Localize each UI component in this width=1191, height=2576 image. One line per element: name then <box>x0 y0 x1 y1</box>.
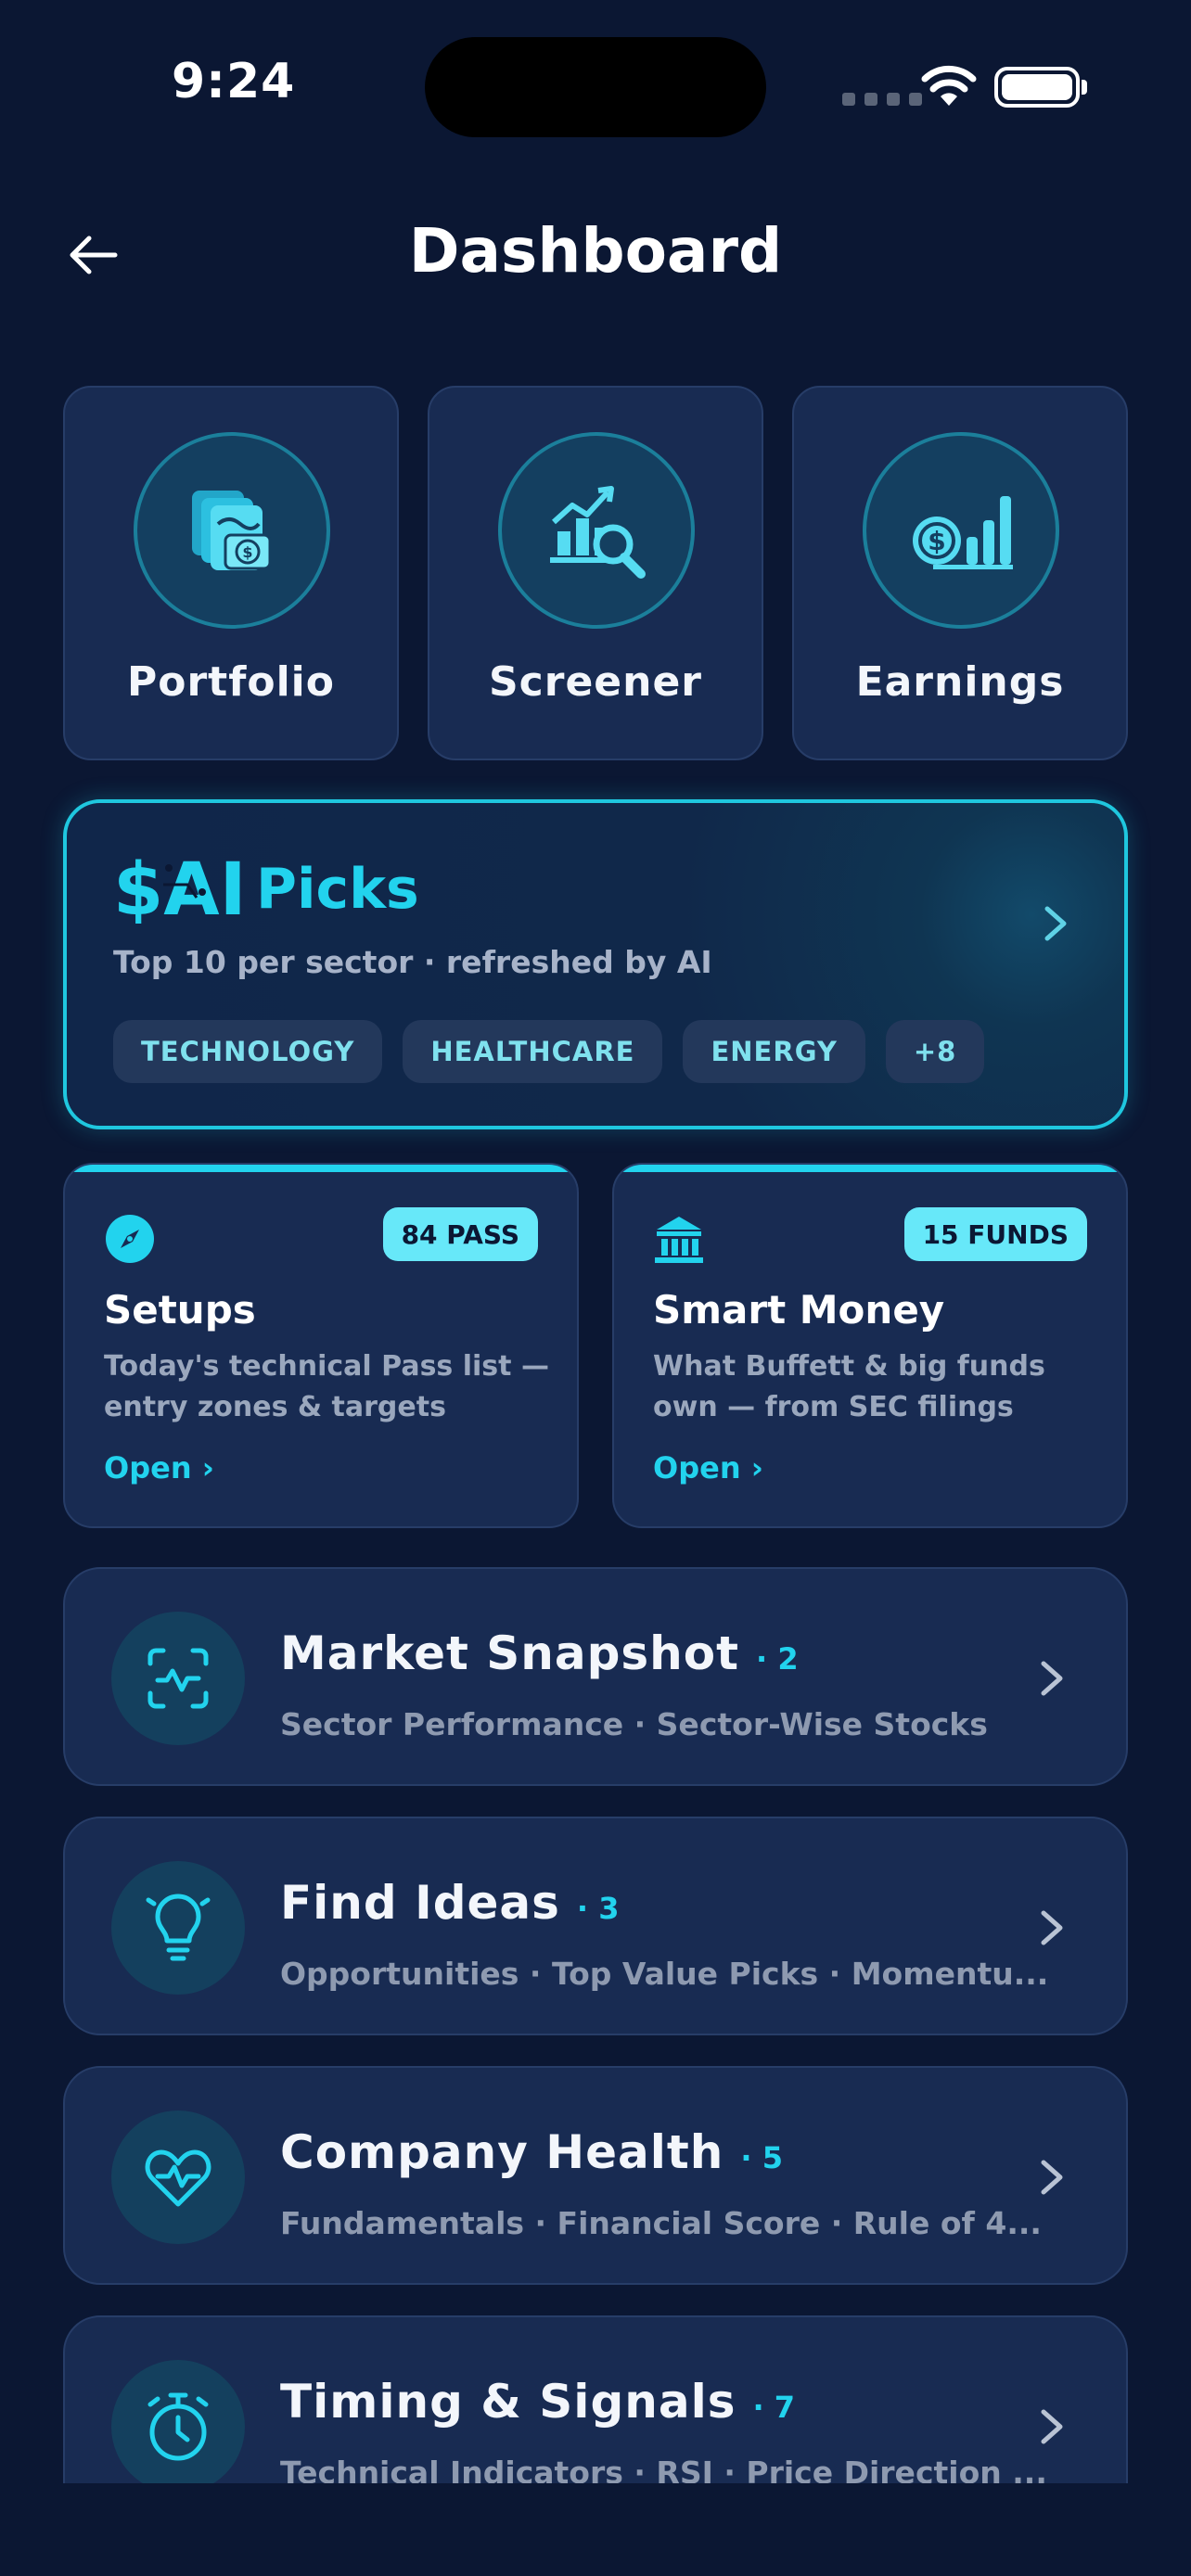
company-health-row[interactable]: Company Health · 5 Fundamentals · Financi… <box>63 2066 1128 2285</box>
row-count: · 7 <box>752 2390 796 2425</box>
ai-picks-subtitle: Top 10 per sector · refreshed by AI <box>113 944 712 980</box>
earnings-tile[interactable]: $ Earnings <box>792 386 1128 760</box>
compass-icon <box>104 1213 156 1269</box>
coin-bars-icon: $ <box>863 432 1059 629</box>
portfolio-tile[interactable]: $ Portfolio <box>63 386 399 760</box>
screener-label: Screener <box>488 658 703 706</box>
activity-scan-icon <box>111 1612 245 1745</box>
smart-money-badge: 15 FUNDS <box>903 1207 1087 1261</box>
chip-technology[interactable]: TECHNOLOGY <box>113 1020 383 1083</box>
row-count: · 5 <box>740 2140 783 2175</box>
portfolio-label: Portfolio <box>127 658 335 706</box>
chevron-right-icon <box>1028 896 1083 951</box>
ai-picks-title: Picks <box>256 857 419 922</box>
setups-badge: 84 PASS <box>382 1207 538 1261</box>
smart-money-card[interactable]: 15 FUNDS Smart Money What Buffett & big … <box>612 1163 1128 1528</box>
find-ideas-row[interactable]: Find Ideas · 3 Opportunities · Top Value … <box>63 1817 1128 2035</box>
card-accent-bar <box>65 1165 577 1172</box>
market-snapshot-row[interactable]: Market Snapshot · 2 Sector Performance · … <box>63 1567 1128 1786</box>
row-subtitle: Fundamentals · Financial Score · Rule of… <box>280 2205 1042 2241</box>
svg-text:$AI: $AI <box>113 849 243 924</box>
chevron-right-icon <box>1024 2399 1080 2455</box>
setups-title: Setups <box>104 1287 256 1333</box>
setups-description: Today's technical Pass list — entry zone… <box>104 1350 549 1423</box>
chip-energy[interactable]: ENERGY <box>683 1020 865 1083</box>
screener-tile[interactable]: Screener <box>428 386 763 760</box>
page-title: Dashboard <box>408 215 783 287</box>
earnings-label: Earnings <box>855 658 1065 706</box>
ai-logo: $AI <box>113 848 247 932</box>
row-title: Find Ideas <box>280 1876 560 1930</box>
card-accent-bar <box>614 1165 1126 1172</box>
svg-text:$: $ <box>928 526 945 556</box>
chip-more[interactable]: +8 <box>885 1020 985 1083</box>
portfolio-cash-icon: $ <box>134 432 330 629</box>
ai-picks-card[interactable]: $AI Picks Top 10 per sector · refreshed … <box>63 799 1128 1129</box>
smart-money-description: What Buffett & big funds own — from SEC … <box>653 1350 1045 1423</box>
row-count: · 2 <box>756 1641 799 1677</box>
chevron-right-icon <box>1024 1651 1080 1706</box>
smart-money-title: Smart Money <box>653 1287 945 1333</box>
row-title: Market Snapshot <box>280 1626 740 1680</box>
chevron-right-icon <box>1024 2149 1080 2205</box>
lightbulb-icon <box>111 1861 245 1995</box>
wifi-icon <box>920 65 978 111</box>
chart-search-icon <box>498 432 695 629</box>
row-subtitle: Sector Performance · Sector-Wise Stocks <box>280 1706 988 1742</box>
status-time: 9:24 <box>172 54 296 109</box>
dynamic-island <box>425 37 766 137</box>
row-title: Timing & Signals <box>280 2375 736 2429</box>
row-count: · 3 <box>576 1891 620 1926</box>
cellular-signal-icon <box>842 93 922 106</box>
sector-chips: TECHNOLOGY HEALTHCARE ENERGY +8 <box>113 1020 985 1083</box>
chevron-right-icon <box>1024 1900 1080 1956</box>
bottom-safe-area <box>0 2483 1191 2576</box>
bank-icon <box>653 1213 705 1269</box>
row-subtitle: Opportunities · Top Value Picks · Moment… <box>280 1956 1049 1992</box>
battery-cap <box>1082 80 1087 95</box>
smart-money-open-link[interactable]: Open › <box>653 1450 763 1486</box>
heart-pulse-icon <box>111 2111 245 2244</box>
svg-text:$: $ <box>242 543 252 561</box>
row-title: Company Health <box>280 2125 724 2179</box>
battery-icon <box>994 67 1080 108</box>
setups-card[interactable]: 84 PASS Setups Today's technical Pass li… <box>63 1163 579 1528</box>
setups-open-link[interactable]: Open › <box>104 1450 214 1486</box>
stopwatch-icon <box>111 2360 245 2493</box>
chip-healthcare[interactable]: HEALTHCARE <box>403 1020 663 1083</box>
